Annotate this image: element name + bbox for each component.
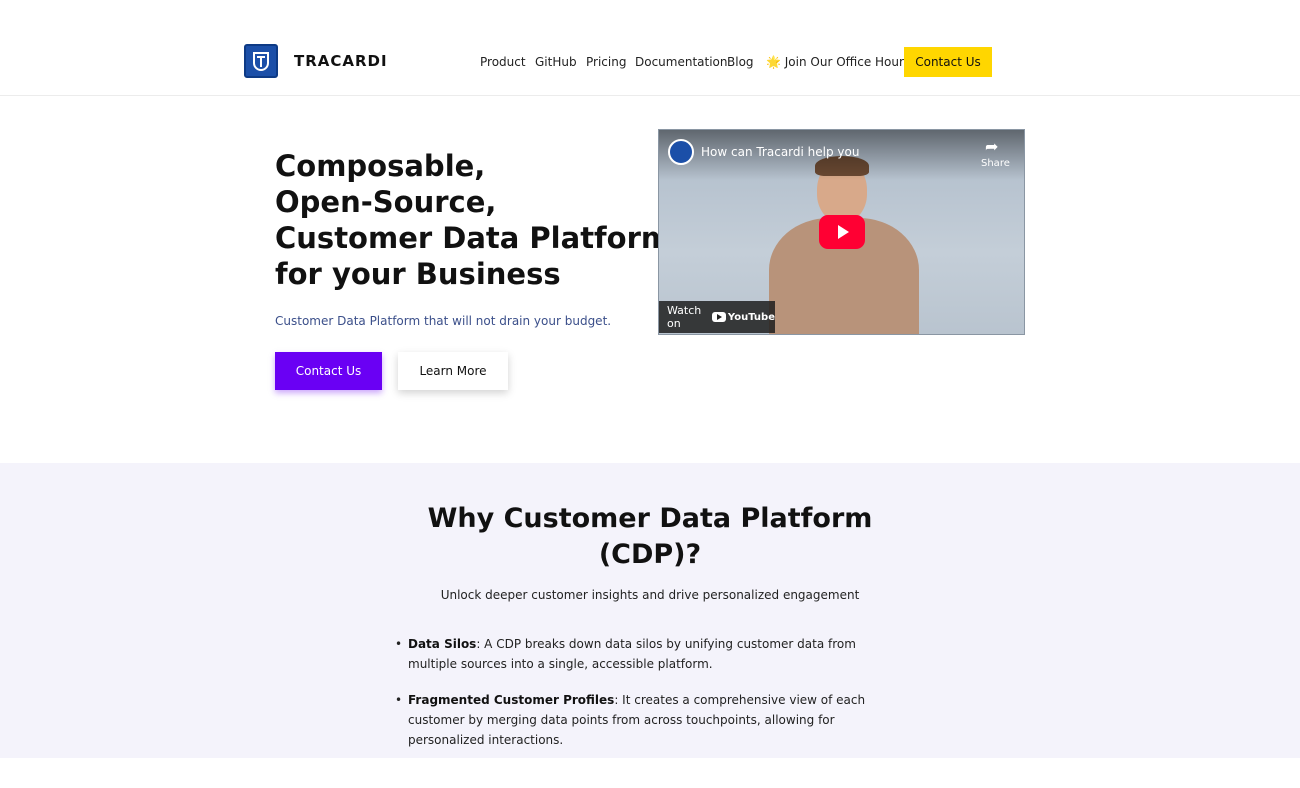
tracardi-logo-icon[interactable] [244,44,278,78]
bullet-term: Data Silos [408,637,477,651]
channel-avatar-icon[interactable] [668,139,694,165]
learn-more-button[interactable]: Learn More [398,352,508,390]
header-contact-button[interactable]: Contact Us [904,47,992,77]
nav-documentation[interactable]: Documentation [635,55,728,69]
why-section-title: Why Customer Data Platform (CDP)? [427,503,873,570]
bullet-text: : A CDP breaks down data silos by unifyi… [408,637,856,671]
video-title[interactable]: How can Tracardi help you [701,145,859,159]
youtube-label: YouTube [727,311,775,323]
hero-title-line: Composable, [275,149,486,183]
nav-github[interactable]: GitHub [535,55,577,69]
brand-name[interactable]: TRACARDI [294,52,388,70]
list-item: • Fragmented Customer Profiles: It creat… [395,690,898,750]
nav-product[interactable]: Product [480,55,526,69]
site-header: TRACARDI Product GitHub Pricing Document… [0,0,1300,96]
hero-title-line: for your Business [275,257,561,291]
watch-on-youtube-button[interactable]: Watch on YouTube [659,301,775,333]
nav-blog[interactable]: Blog [727,55,754,69]
nav-office-hours[interactable]: 🌟 Join Our Office Hours [766,55,910,69]
play-button[interactable] [819,215,865,249]
youtube-logo-icon: YouTube [711,311,775,323]
hero-title-line: Customer Data Platform [275,221,672,255]
list-item: • Data Silos: A CDP breaks down data sil… [395,634,898,674]
bullet-icon: • [395,693,403,707]
hero-contact-button[interactable]: Contact Us [275,352,382,390]
share-icon[interactable]: ➦ [985,137,998,156]
youtube-video-embed[interactable]: How can Tracardi help you ➦ Share Watch … [658,129,1025,335]
share-label[interactable]: Share [981,158,1010,169]
why-section-subtitle: Unlock deeper customer insights and driv… [440,588,860,602]
play-icon [838,225,849,239]
hero-title-line: Open-Source, [275,185,497,219]
hero-subtitle: Customer Data Platform that will not dra… [275,314,612,328]
bullet-icon: • [395,637,403,651]
hero-title: Composable, Open-Source, Customer Data P… [275,148,672,292]
bullet-term: Fragmented Customer Profiles [408,693,615,707]
nav-pricing[interactable]: Pricing [586,55,626,69]
watch-on-label: Watch on [667,304,702,330]
